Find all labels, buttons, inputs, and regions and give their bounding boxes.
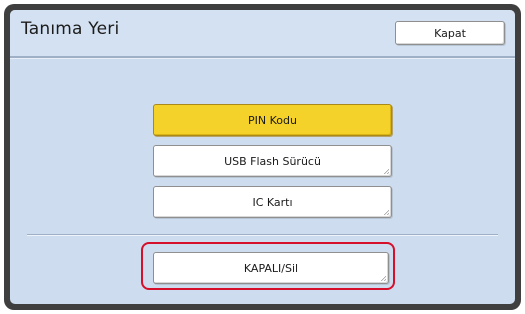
- ic-card-button[interactable]: IC Kartı: [153, 186, 392, 218]
- corner-grip-icon: [383, 209, 389, 215]
- usb-flash-drive-label: USB Flash Sürücü: [224, 154, 321, 168]
- corner-grip-icon: [380, 275, 386, 281]
- dialog-screen: Tanıma Yeri Kapat PIN Kodu USB Flash Sür…: [10, 10, 515, 304]
- off-delete-label: KAPALI/Sil: [243, 261, 299, 275]
- page-title: Tanıma Yeri: [21, 19, 120, 39]
- corner-grip-icon: [383, 168, 389, 174]
- close-button-label: Kapat: [434, 26, 466, 40]
- pin-code-button[interactable]: PIN Kodu: [153, 104, 392, 136]
- ic-card-label: IC Kartı: [252, 195, 293, 209]
- pin-code-label: PIN Kodu: [248, 113, 297, 127]
- off-delete-button[interactable]: KAPALI/Sil: [153, 252, 389, 284]
- panel-frame: Tanıma Yeri Kapat PIN Kodu USB Flash Sür…: [4, 4, 521, 310]
- header-divider: [10, 56, 515, 59]
- header-bar: Tanıma Yeri Kapat: [10, 10, 515, 56]
- close-button[interactable]: Kapat: [395, 21, 505, 45]
- usb-flash-drive-button[interactable]: USB Flash Sürücü: [153, 145, 392, 177]
- section-divider: [27, 234, 498, 236]
